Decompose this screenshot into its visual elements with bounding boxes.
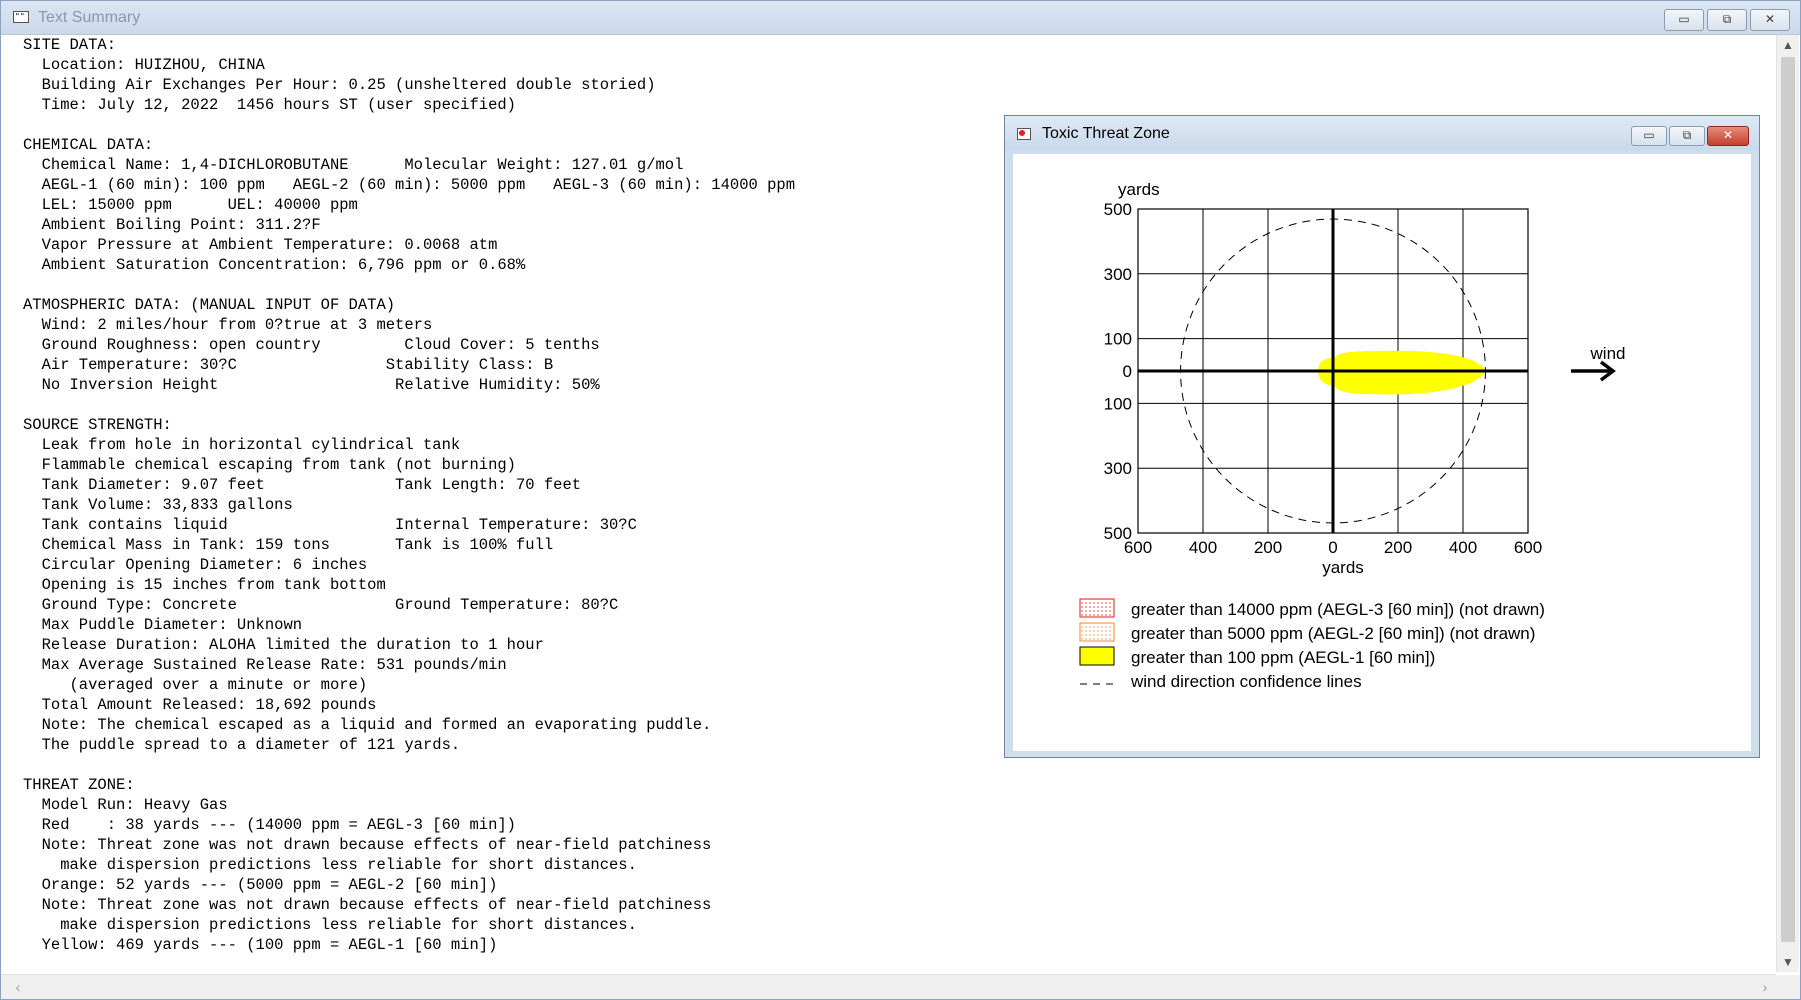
legend-swatch-aegl3 — [1079, 598, 1115, 618]
summary-line: Location: HUIZHOU, CHINA — [23, 56, 265, 74]
x-axis-label: yards — [1322, 558, 1364, 577]
scrollbar-corner — [1776, 975, 1800, 999]
summary-line: Yellow: 469 yards --- (100 ppm = AEGL-1 … — [23, 936, 498, 954]
scroll-thumb[interactable] — [1781, 57, 1795, 942]
x-tick-label: 400 — [1449, 538, 1477, 557]
wind-label: wind — [1590, 344, 1626, 363]
summary-line — [23, 755, 1773, 775]
x-tick-label: 0 — [1328, 538, 1337, 557]
x-tick-label: 600 — [1514, 538, 1542, 557]
scroll-up-icon[interactable]: ▲ — [1777, 35, 1799, 55]
summary-line: Red : 38 yards --- (14000 ppm = AEGL-3 [… — [23, 816, 516, 834]
threat-zone-plot: yards5003001000100300500600 400 200 0 200 400… — [1079, 180, 1626, 691]
y-tick-label: 100 — [1104, 330, 1132, 349]
x-tick-label: 200 — [1384, 538, 1412, 557]
threat-window-title: Toxic Threat Zone — [1042, 125, 1170, 142]
summary-line: Note: Threat zone was not drawn because … — [23, 896, 712, 914]
summary-line: SITE DATA: — [23, 36, 117, 54]
summary-line: Note: Threat zone was not drawn because … — [23, 836, 712, 854]
maximize-button[interactable]: ⧉ — [1707, 9, 1747, 31]
y-axis-unit-label: yards — [1118, 180, 1160, 199]
legend-label: wind direction confidence lines — [1130, 672, 1362, 691]
title-bar[interactable]: "" Text Summary ▭ ⧉ ✕ — [1, 1, 1800, 35]
horizontal-scrollbar[interactable]: ‹ › — [1, 974, 1776, 999]
summary-line: make dispersion predictions less reliabl… — [23, 916, 637, 934]
y-tick-label: 300 — [1104, 265, 1132, 284]
threat-title-bar[interactable]: Toxic Threat Zone ▭ ⧉ ✕ — [1005, 116, 1759, 150]
threat-close-button[interactable]: ✕ — [1707, 126, 1749, 146]
x-tick-label: 400 — [1189, 538, 1217, 557]
scroll-down-icon[interactable]: ▼ — [1777, 952, 1799, 972]
scroll-left-icon[interactable]: ‹ — [7, 977, 29, 997]
threat-maximize-button[interactable]: ⧉ — [1669, 126, 1705, 146]
legend-label: greater than 5000 ppm (AEGL-2 [60 min]) … — [1131, 624, 1535, 643]
x-tick-label: 200 — [1254, 538, 1282, 557]
toxic-threat-zone-window: Toxic Threat Zone ▭ ⧉ ✕ yards 500 300 100 0 1… — [1004, 115, 1760, 758]
threat-plot-area: yards 500 300 100 0 100 300 500 600 400 200 0 200 400… — [1013, 154, 1751, 751]
threat-minimize-button[interactable]: ▭ — [1631, 126, 1667, 146]
close-button[interactable]: ✕ — [1750, 9, 1790, 31]
legend-label: greater than 14000 ppm (AEGL-3 [60 min])… — [1131, 600, 1545, 619]
vertical-scrollbar[interactable]: ▲ ▼ — [1776, 35, 1799, 972]
legend-swatch-aegl2 — [1079, 622, 1115, 642]
legend-swatch-aegl1 — [1079, 646, 1115, 666]
x-tick-label: 600 — [1124, 538, 1152, 557]
legend-label: greater than 100 ppm (AEGL-1 [60 min]) — [1131, 648, 1435, 667]
y-tick-label: 500 — [1104, 200, 1132, 219]
summary-line: Building Air Exchanges Per Hour: 0.25 (u… — [23, 76, 656, 94]
minimize-button[interactable]: ▭ — [1664, 9, 1704, 31]
text-summary-window: "" Text Summary ▭ ⧉ ✕ SITE DATA: Locatio… — [0, 0, 1801, 1000]
summary-line: Model Run: Heavy Gas — [23, 796, 228, 814]
scroll-right-icon[interactable]: › — [1754, 977, 1776, 997]
summary-line: make dispersion predictions less reliabl… — [23, 856, 637, 874]
summary-line: THREAT ZONE: — [23, 776, 135, 794]
y-tick-label: 300 — [1104, 459, 1132, 478]
threat-window-icon — [1017, 128, 1031, 140]
summary-line: Orange: 52 yards --- (5000 ppm = AEGL-2 … — [23, 876, 498, 894]
y-tick-label: 0 — [1123, 362, 1132, 381]
summary-line: Time: July 12, 2022 1456 hours ST (user … — [23, 96, 516, 114]
y-tick-label: 100 — [1104, 394, 1132, 413]
app-icon: "" — [13, 11, 29, 23]
window-title: Text Summary — [38, 9, 141, 26]
